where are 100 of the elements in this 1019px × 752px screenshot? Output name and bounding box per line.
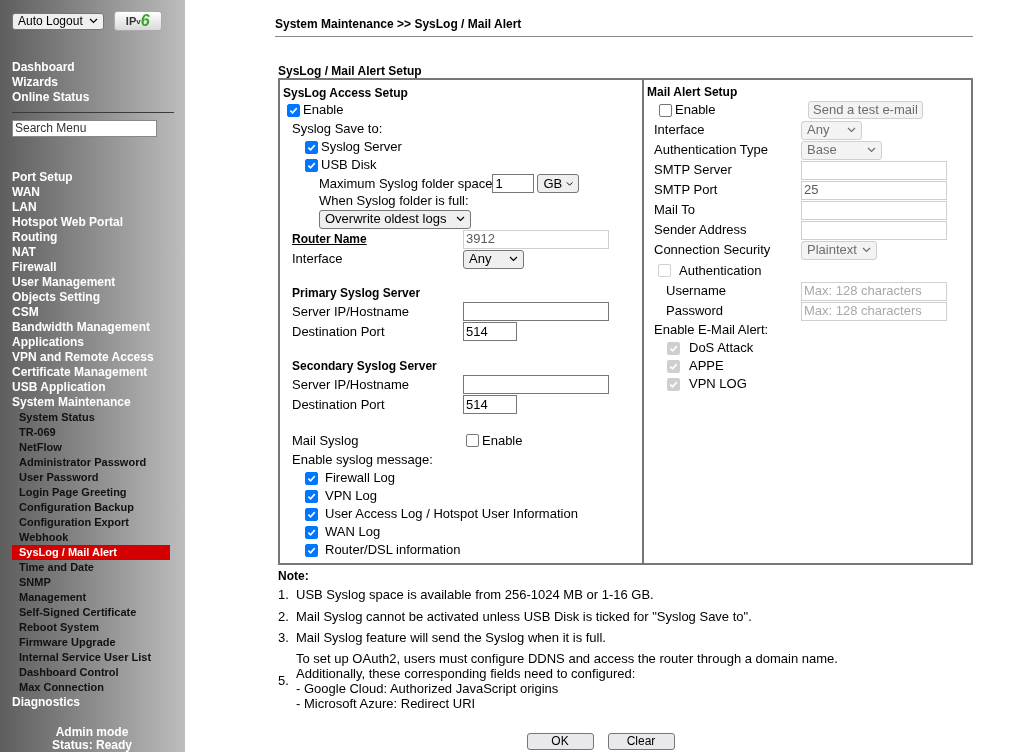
checkbox-label: VPN Log <box>325 487 378 506</box>
form-button[interactable]: OK <box>526 732 594 750</box>
dropdown[interactable]: Plaintext <box>801 240 877 260</box>
menu-item[interactable]: NAT <box>12 245 185 260</box>
menu-item[interactable]: Internal Service User List <box>12 650 185 665</box>
ipv6-button[interactable]: IPv6 <box>113 11 162 31</box>
note-text: USB Syslog space is available from 256-1024 MB or 1-16 GB. <box>296 586 654 604</box>
field-label: Username <box>665 282 727 301</box>
menu-item[interactable]: Configuration Backup <box>12 500 185 515</box>
input-field[interactable] <box>463 302 609 321</box>
checkbox[interactable] <box>466 434 479 447</box>
dropdown[interactable]: Any <box>801 120 862 140</box>
chevron-down-icon <box>862 247 871 253</box>
menu-item[interactable]: Diagnostics <box>12 695 185 710</box>
menu-item[interactable]: System Status <box>12 410 185 425</box>
checkbox-label: Enable <box>675 101 716 120</box>
checkbox[interactable] <box>287 103 300 117</box>
note-number: 1. <box>278 586 290 604</box>
menu-item[interactable]: Certificate Management <box>12 365 185 380</box>
checkbox-label: Firewall Log <box>325 469 396 488</box>
checkbox[interactable] <box>305 140 318 154</box>
checkbox-label: Syslog Server <box>321 138 402 157</box>
menu-item[interactable]: User Password <box>12 470 185 485</box>
menu-item[interactable]: Bandwidth Management <box>12 320 185 335</box>
menu-item[interactable]: CSM <box>12 305 185 320</box>
field-label: Server IP/Hostname <box>292 302 411 321</box>
field-label: Interface <box>292 250 344 269</box>
checkbox[interactable] <box>305 507 318 521</box>
menu-item[interactable]: Webhook <box>12 530 185 545</box>
checkbox-label: User Access Log / Hotspot User Information <box>325 505 578 524</box>
menu-item[interactable]: Configuration Export <box>12 515 185 530</box>
field-label: Maximum Syslog folder space <box>319 174 493 193</box>
field-label: Connection Security <box>653 241 772 260</box>
chevron-down-icon <box>88 18 98 24</box>
menu-item[interactable]: Wizards <box>12 75 185 90</box>
menu-item[interactable]: Self-Signed Certificate <box>12 605 185 620</box>
menu-item[interactable]: Dashboard <box>12 60 185 75</box>
checkbox-label: USB Disk <box>321 156 377 175</box>
breadcrumb: System Maintenance >> SysLog / Mail Alert <box>275 16 523 31</box>
form-button[interactable]: Clear <box>607 732 675 750</box>
menu-item[interactable]: SNMP <box>12 575 185 590</box>
field-label: Password <box>665 302 725 321</box>
chevron-down-icon <box>566 180 574 187</box>
field-label: SMTP Server <box>653 161 733 180</box>
field-label: Router Name <box>292 231 368 248</box>
menu-item[interactable]: Reboot System <box>12 620 185 635</box>
menu-item[interactable]: Objects Setting <box>12 290 185 305</box>
checkbox[interactable] <box>305 489 318 503</box>
menu-item[interactable]: Routing <box>12 230 185 245</box>
input-field[interactable]: 3912 <box>463 229 609 249</box>
menu-item[interactable]: User Management <box>12 275 185 290</box>
menu-item[interactable]: TR-069 <box>12 425 185 440</box>
checkbox-label: Enable <box>482 431 523 450</box>
dropdown[interactable]: Base <box>801 140 882 160</box>
send-test-email-button[interactable]: Send a test e-mail <box>808 101 923 119</box>
input-field[interactable]: 1 <box>492 174 535 193</box>
menu-item[interactable]: NetFlow <box>12 440 185 455</box>
field-label: Authentication Type <box>653 141 769 160</box>
group-heading: Secondary Syslog Server <box>292 358 438 375</box>
menu-item[interactable]: Port Setup <box>12 170 185 185</box>
field-label: Destination Port <box>292 395 386 414</box>
menu-item[interactable]: VPN and Remote Access <box>12 350 185 365</box>
menu-item[interactable]: Time and Date <box>12 560 185 575</box>
menu-item[interactable]: Login Page Greeting <box>12 485 185 500</box>
field-label: SMTP Port <box>653 181 719 200</box>
check-icon <box>289 105 298 115</box>
checkbox[interactable] <box>305 471 318 485</box>
input-field[interactable]: 514 <box>463 395 517 414</box>
field-label: Server IP/Hostname <box>292 375 411 394</box>
field-label: Syslog Save to: <box>292 120 384 138</box>
checkbox[interactable] <box>305 543 318 557</box>
dropdown[interactable]: Overwrite oldest logs <box>319 209 471 229</box>
menu-item[interactable]: System Maintenance <box>12 395 185 410</box>
checkbox-label: Router/DSL information <box>325 541 461 560</box>
menu-item[interactable]: SysLog / Mail Alert <box>12 545 170 560</box>
search-field[interactable]: Search Menu <box>12 120 157 137</box>
menu-item[interactable]: Max Connection <box>12 680 185 695</box>
menu-item[interactable]: Online Status <box>12 90 185 105</box>
dropdown[interactable]: Any <box>463 249 524 269</box>
menu-item[interactable]: Applications <box>12 335 185 350</box>
checkbox[interactable] <box>659 103 672 117</box>
input-field[interactable] <box>463 375 609 394</box>
menu-item[interactable]: Firmware Upgrade <box>12 635 185 650</box>
menu-item[interactable]: Management <box>12 590 185 605</box>
menu-item[interactable]: Firewall <box>12 260 185 275</box>
checkbox-label: WAN Log <box>325 523 381 542</box>
dropdown[interactable]: GB <box>537 174 580 193</box>
checkbox[interactable] <box>305 158 318 172</box>
input-field[interactable]: 514 <box>463 322 517 341</box>
menu-item[interactable]: USB Application <box>12 380 185 395</box>
menu-item[interactable]: Administrator Password <box>12 455 185 470</box>
note-number: 3. <box>278 629 290 647</box>
auto-logout-dropdown[interactable]: Auto Logout <box>12 12 104 30</box>
menu-item[interactable]: Hotspot Web Portal <box>12 215 185 230</box>
menu-item[interactable]: Dashboard Control <box>12 665 185 680</box>
input-field[interactable]: 25 <box>801 180 947 200</box>
checkbox[interactable] <box>305 525 318 539</box>
menu-item[interactable]: WAN <box>12 185 185 200</box>
field-label: Enable E-Mail Alert: <box>653 321 770 339</box>
menu-item[interactable]: LAN <box>12 200 185 215</box>
